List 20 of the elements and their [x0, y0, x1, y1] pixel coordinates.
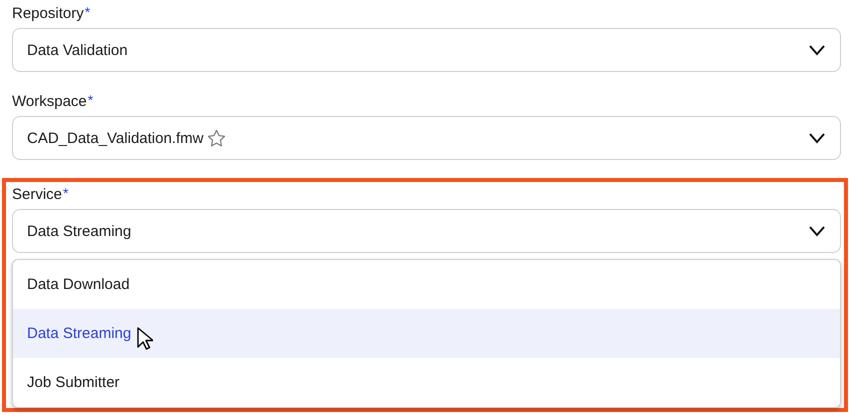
required-asterisk: *	[63, 185, 68, 201]
chevron-down-icon	[808, 132, 826, 144]
select-value: CAD_Data_Validation.fmw	[27, 130, 204, 146]
field-label: Workspace	[12, 92, 87, 110]
dropdown-option[interactable]: Data Streaming	[13, 309, 840, 358]
required-asterisk: *	[88, 92, 94, 108]
dropdown-option[interactable]: Data Download	[13, 260, 840, 309]
select-field[interactable]: CAD_Data_Validation.fmw	[12, 116, 841, 160]
dropdown-option[interactable]: Job Submitter	[13, 358, 840, 407]
mouse-pointer-icon	[137, 326, 154, 350]
field-label: Repository	[12, 4, 84, 22]
select-field[interactable]: Data Streaming	[12, 209, 841, 253]
chevron-down-icon	[808, 225, 826, 237]
chevron-down-icon	[808, 44, 826, 56]
required-asterisk: *	[84, 4, 90, 20]
field-label: Service	[12, 186, 62, 202]
select-value: Data Streaming	[27, 222, 132, 240]
select-value: Data Validation	[27, 42, 128, 58]
select-field[interactable]: Data Validation	[12, 28, 841, 72]
star-icon[interactable]	[207, 128, 226, 148]
